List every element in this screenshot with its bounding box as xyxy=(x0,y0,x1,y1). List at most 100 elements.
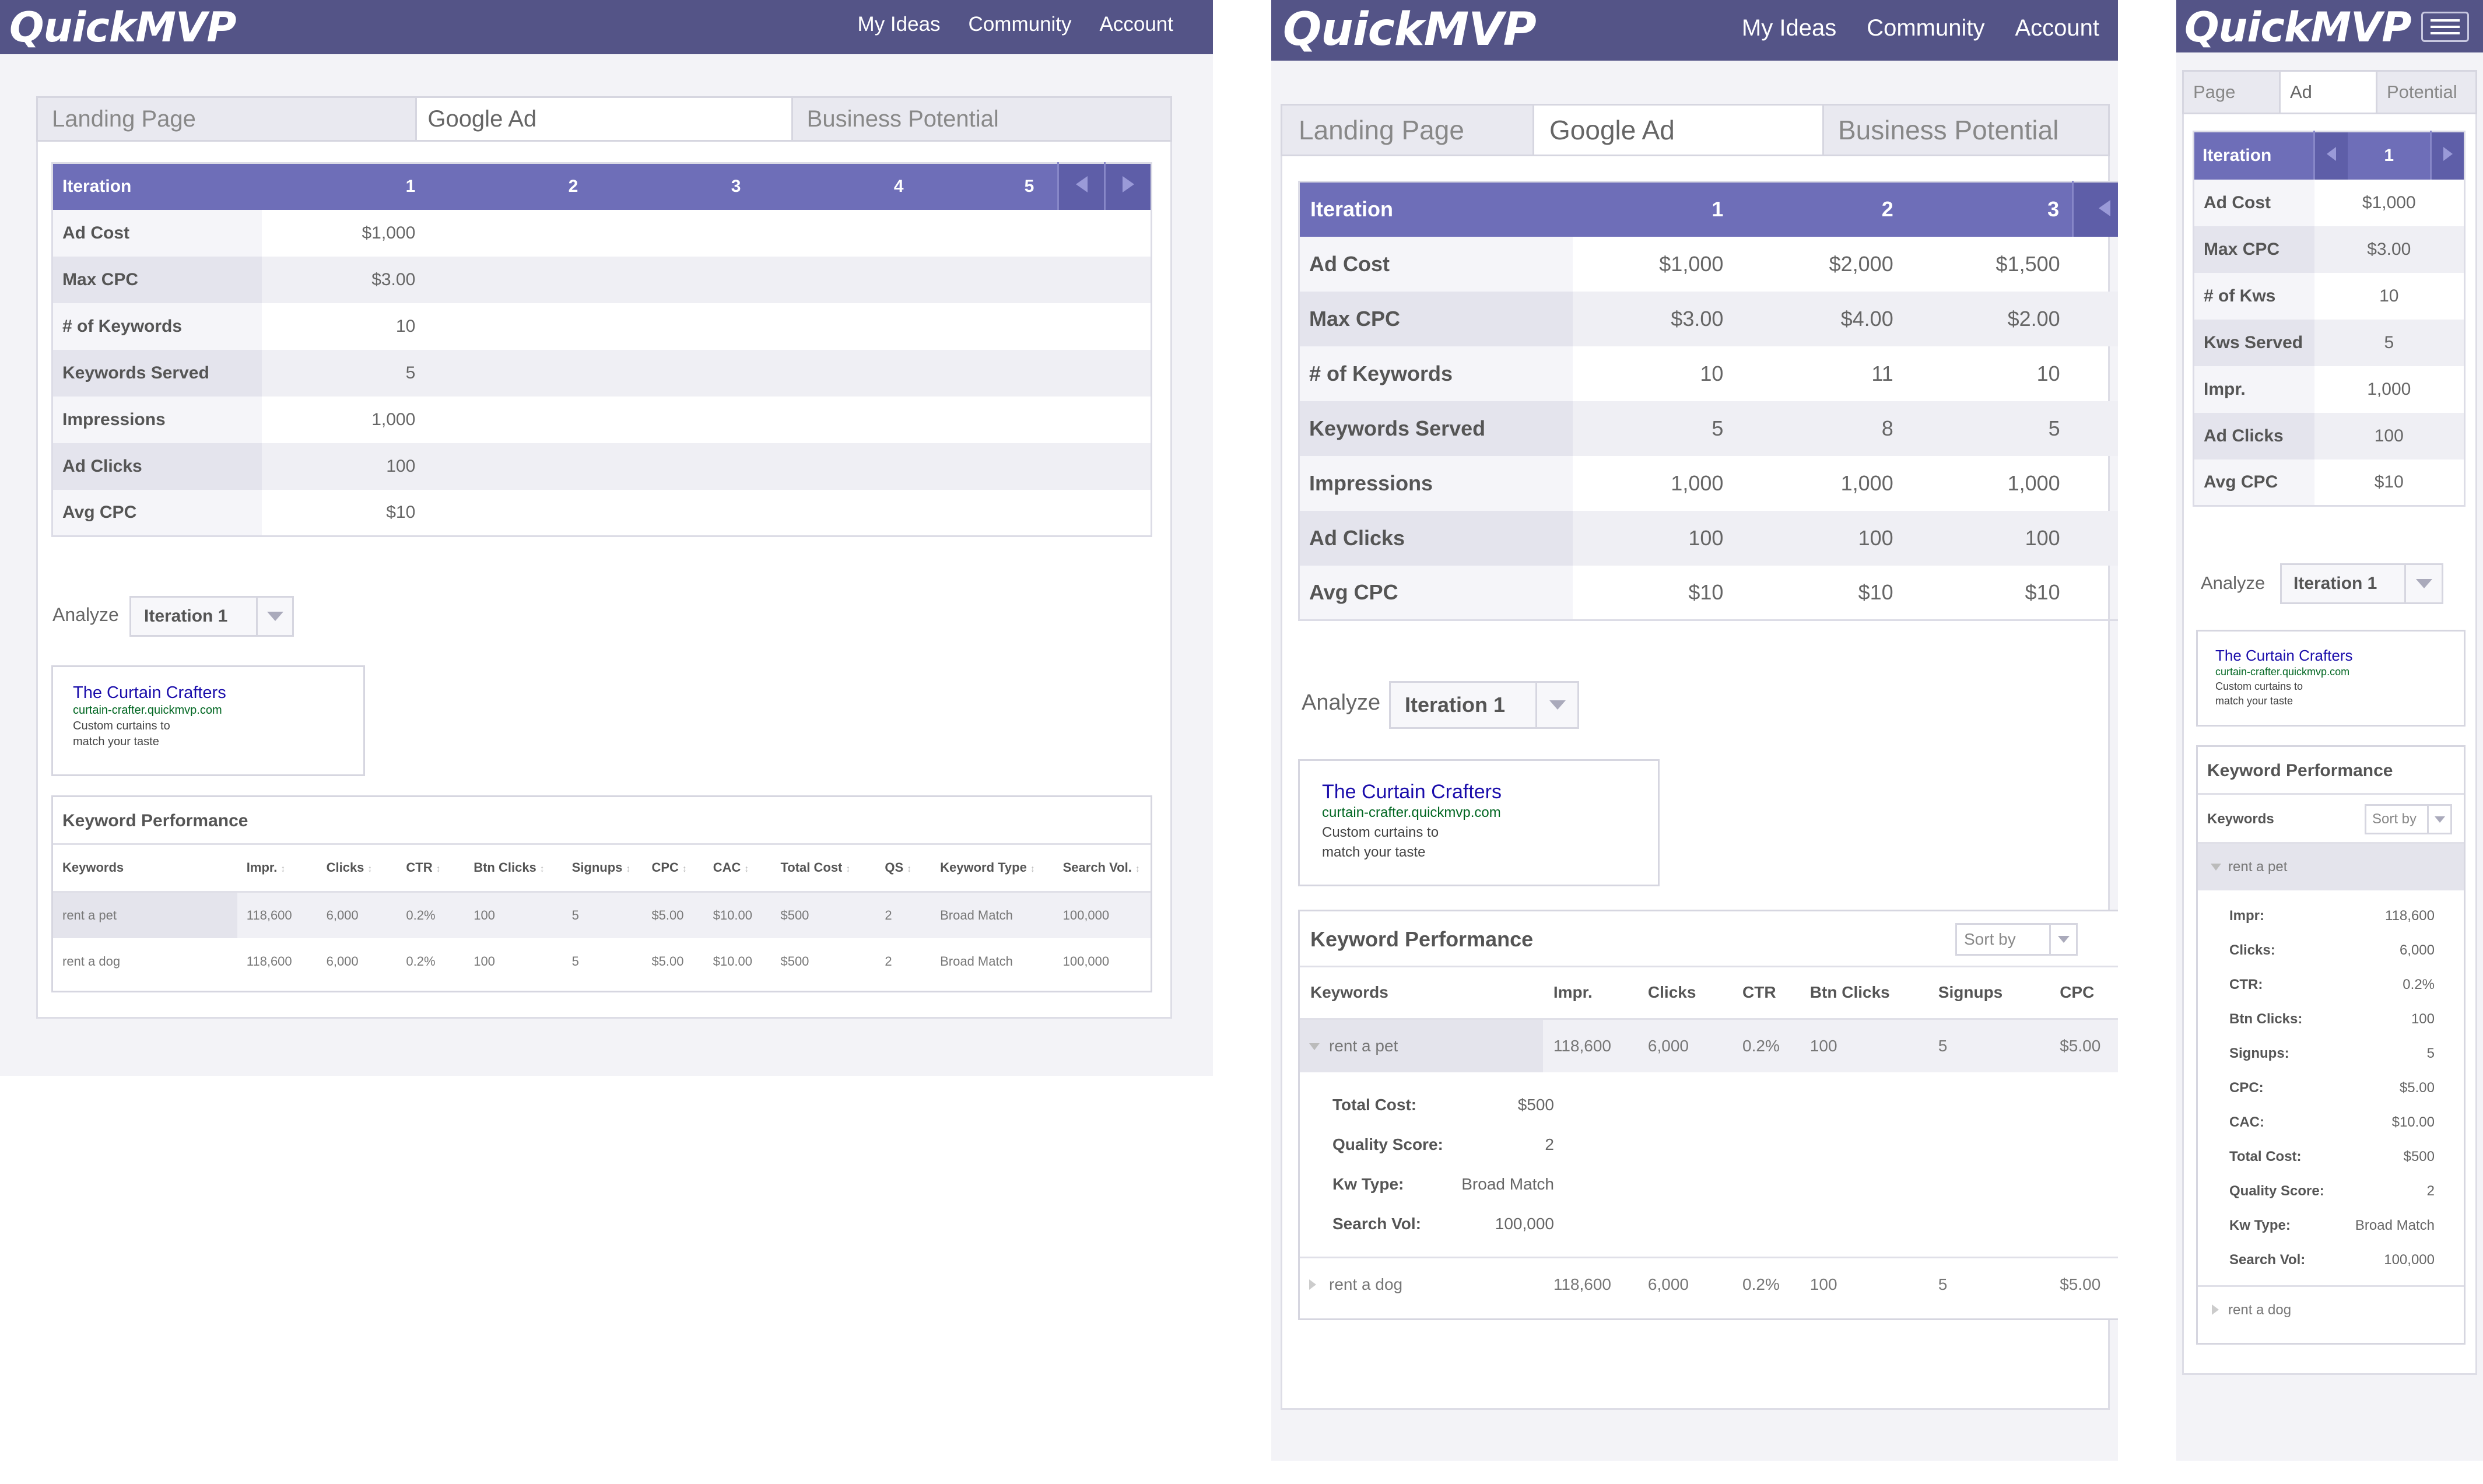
iteration-value: $10 xyxy=(2374,472,2404,492)
column-header[interactable]: Clicks xyxy=(1637,967,1733,1020)
iteration-select[interactable]: Iteration 1 xyxy=(129,596,294,637)
column-header[interactable]: Btn Clicks xyxy=(1799,967,1928,1020)
column-title: Total Cost xyxy=(780,860,843,875)
sort-icon: ↕ xyxy=(436,864,441,875)
iteration-row: # of Keywords 10 xyxy=(52,303,1152,350)
dropdown-toggle[interactable] xyxy=(1535,683,1577,727)
nav-account[interactable]: Account xyxy=(1100,13,1173,36)
keyword-performance: Keyword Performance Keywords Impr. ↕ Clicks… xyxy=(51,795,1152,992)
empty-cell xyxy=(1058,443,1105,490)
detail-row: CTR: 0.2% xyxy=(2198,967,2464,1002)
row-label: Ad Cost xyxy=(1299,236,1573,292)
logo[interactable]: QuickMVP xyxy=(1283,3,1537,56)
iteration-select[interactable]: Iteration 1 xyxy=(2280,563,2443,604)
logo[interactable]: QuickMVP xyxy=(2184,3,2412,51)
column-header[interactable]: Total Cost ↕ xyxy=(771,845,876,893)
iteration-header-row: Iteration 1 xyxy=(2193,131,2465,180)
table-row[interactable]: rent a pet118,6006,0000.2%1005$5.00$10.0… xyxy=(53,892,1151,938)
tab-business-potential[interactable]: Business Potential xyxy=(793,98,1170,140)
column-title: CPC xyxy=(651,860,679,875)
chevron-down-icon xyxy=(266,612,283,621)
ad-title[interactable]: The Curtain Crafters xyxy=(73,683,363,703)
chevron-down-icon xyxy=(2211,864,2221,871)
dropdown-toggle[interactable] xyxy=(256,598,292,635)
column-header[interactable]: Signups ↕ xyxy=(562,845,643,893)
detail-row: Signups: 5 xyxy=(2198,1036,2464,1071)
cell-value: 118,600 xyxy=(1553,1275,1611,1294)
iteration-select[interactable]: Iteration 1 xyxy=(1389,681,1579,729)
sort-by-select[interactable]: Sort by xyxy=(1955,923,2078,956)
iteration-value: 100 xyxy=(1572,510,1737,566)
empty-cell xyxy=(1058,210,1105,257)
detail-row: Impr: 118,600 xyxy=(2198,899,2464,933)
empty-cell xyxy=(425,303,587,350)
tab-google-ad[interactable]: Google Ad xyxy=(417,98,793,140)
nav-account[interactable]: Account xyxy=(2015,15,2099,41)
iteration-row: Ad Clicks 100 xyxy=(2193,412,2465,459)
iteration-value: 5 xyxy=(1906,401,2073,456)
column-header[interactable]: Clicks ↕ xyxy=(317,845,397,893)
menu-button[interactable] xyxy=(2421,12,2469,42)
chevron-right-icon xyxy=(1309,1279,1316,1290)
iteration-value: $3.00 xyxy=(2314,226,2465,273)
table-row[interactable]: rent a dog118,6006,0000.2%1005$5.00$10.0… xyxy=(1300,1258,2118,1311)
tab-business-potential[interactable]: Business Potential xyxy=(1824,106,2108,155)
column-header[interactable]: CTR ↕ xyxy=(397,845,465,893)
column-header[interactable]: Keyword Type ↕ xyxy=(931,845,1054,893)
prev-iteration-button[interactable] xyxy=(2072,181,2118,237)
prev-iteration-button[interactable] xyxy=(1057,163,1105,210)
column-header[interactable]: CAC ↕ xyxy=(703,845,771,893)
table-cell: $500 xyxy=(780,954,809,969)
nav-my-ideas[interactable]: My Ideas xyxy=(858,13,941,36)
sort-by-select[interactable]: Sort by xyxy=(2365,804,2452,834)
column-header[interactable]: Impr. ↕ xyxy=(237,845,317,893)
cell-value: 100 xyxy=(1809,1036,1837,1055)
logo[interactable]: QuickMVP xyxy=(9,3,237,51)
iteration-select-value: Iteration 1 xyxy=(2293,574,2377,593)
next-iteration-button[interactable] xyxy=(2430,131,2465,180)
tab-google-ad[interactable]: Google Ad xyxy=(1534,106,1824,155)
keyword-row-collapsed[interactable]: rent a dog xyxy=(2198,1285,2464,1332)
column-header[interactable]: CPC xyxy=(2049,967,2118,1020)
empty-cell xyxy=(1104,256,1152,303)
column-header[interactable]: QS ↕ xyxy=(875,845,931,893)
ad-desc-1: Custom curtains to xyxy=(1322,825,1439,840)
tab-page[interactable]: Page xyxy=(2184,72,2281,113)
keyword-performance-title: Keyword Performance xyxy=(53,797,1151,845)
column-header[interactable]: CTR xyxy=(1732,967,1800,1020)
next-iteration-button[interactable] xyxy=(1104,163,1152,210)
ad-title[interactable]: The Curtain Crafters xyxy=(2215,647,2464,665)
tab-landing-page[interactable]: Landing Page xyxy=(38,98,418,140)
dropdown-toggle[interactable] xyxy=(2427,806,2450,833)
column-header[interactable]: Impr. xyxy=(1542,967,1637,1020)
keyword-row-expanded[interactable]: rent a pet xyxy=(2198,844,2464,890)
nav-community[interactable]: Community xyxy=(1867,15,1984,41)
nav-my-ideas[interactable]: My Ideas xyxy=(1742,15,1836,41)
empty-cell xyxy=(1058,397,1105,443)
column-header[interactable]: Keywords xyxy=(1300,967,1543,1020)
tab-landing-page[interactable]: Landing Page xyxy=(1282,106,1534,155)
table-cell: 118,600 xyxy=(1542,1019,1637,1072)
table-cell: 100 xyxy=(474,954,495,969)
prev-iteration-button[interactable] xyxy=(2313,131,2348,180)
iteration-header: Iteration xyxy=(52,163,262,210)
dropdown-toggle[interactable] xyxy=(2049,925,2076,954)
tab-ad[interactable]: Ad xyxy=(2281,72,2377,113)
iteration-row: Kws Served 5 xyxy=(2193,319,2465,366)
nav-community[interactable]: Community xyxy=(969,13,1072,36)
iteration-value: $3.00 xyxy=(261,256,425,303)
dropdown-toggle[interactable] xyxy=(2404,565,2442,602)
iteration-col-1: 1 xyxy=(2348,131,2431,180)
empty-cell xyxy=(750,349,913,397)
column-header[interactable]: Signups xyxy=(1927,967,2050,1020)
tab-potential[interactable]: Potential xyxy=(2377,72,2475,113)
column-header[interactable]: CPC ↕ xyxy=(642,845,704,893)
empty-cell xyxy=(750,397,913,443)
ad-title[interactable]: The Curtain Crafters xyxy=(1322,781,1658,804)
row-label: Avg CPC xyxy=(2193,459,2314,506)
table-row[interactable]: rent a dog118,6006,0000.2%1005$5.00$10.0… xyxy=(53,938,1151,985)
table-row[interactable]: rent a pet118,6006,0000.2%1005$5.00$10.0… xyxy=(1300,1019,2118,1072)
column-header[interactable]: Keywords xyxy=(53,845,237,893)
column-header[interactable]: Btn Clicks ↕ xyxy=(464,845,563,893)
column-header[interactable]: Search Vol. ↕ xyxy=(1053,845,1151,893)
